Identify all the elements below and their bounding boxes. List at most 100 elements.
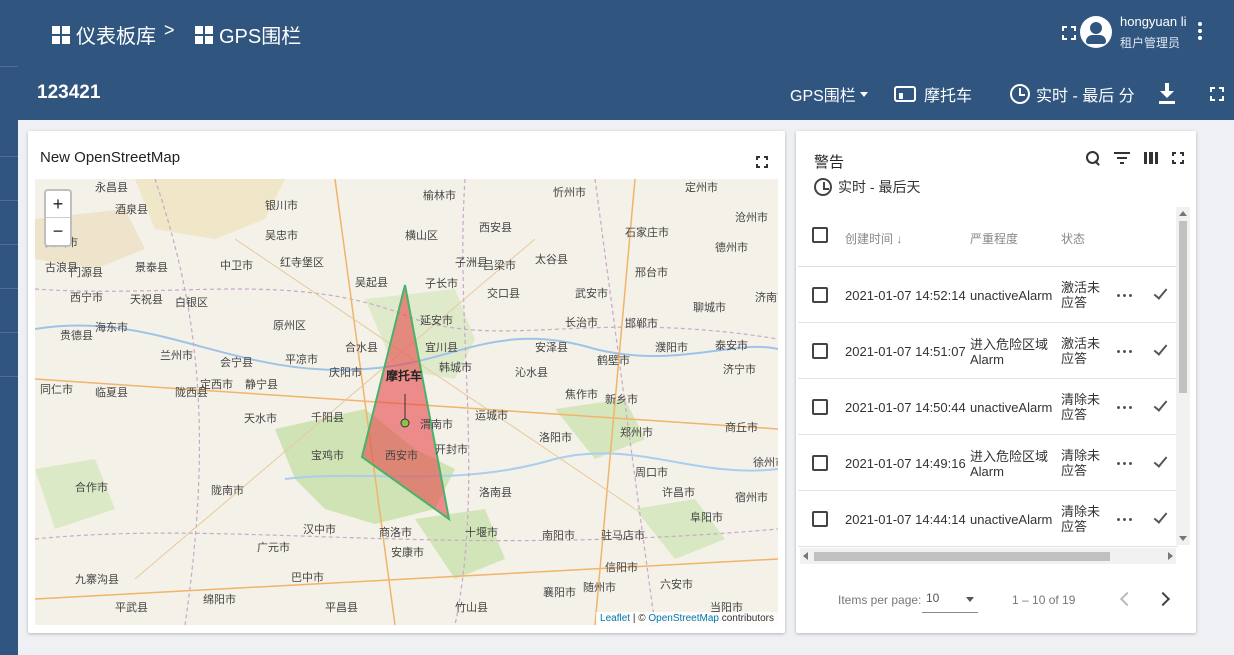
- table-row[interactable]: 2021-01-07 14:50:44 unactiveAlarm 清除未 应答: [798, 379, 1178, 435]
- widget-fullscreen-icon[interactable]: [756, 156, 768, 168]
- filter-icon[interactable]: [1114, 152, 1130, 164]
- cell-created-time: 2021-01-07 14:44:14: [845, 512, 966, 527]
- timewindow-button[interactable]: 实时 - 最后 分: [1010, 82, 1135, 106]
- alarm-type-line: 进入危险区域: [970, 449, 1049, 464]
- column-header-status[interactable]: 状态: [1061, 230, 1085, 247]
- more-menu-icon[interactable]: [1198, 22, 1202, 43]
- dashboard-fullscreen-icon[interactable]: [1210, 87, 1224, 101]
- breadcrumb-root[interactable]: 仪表板库: [52, 20, 156, 49]
- sidebar: [0, 0, 18, 655]
- alarm-type-line: unactiveAlarm: [970, 400, 1053, 415]
- map-place-label: 平凉市: [285, 354, 318, 366]
- column-header-created-time[interactable]: 创建时间 ↓: [845, 230, 902, 247]
- acknowledge-check-icon[interactable]: [1153, 285, 1168, 300]
- user-avatar-icon[interactable]: [1080, 16, 1112, 48]
- map-place-label: 吕梁市: [483, 260, 516, 272]
- map-place-label: 陇南市: [211, 485, 244, 497]
- map-place-label: 洛南县: [479, 487, 512, 499]
- scroll-left-icon[interactable]: [803, 552, 808, 560]
- table-row[interactable]: 2021-01-07 14:49:16 进入危险区域 Alarm 清除未 应答: [798, 435, 1178, 491]
- table-row[interactable]: 2021-01-07 14:52:14 unactiveAlarm 激活未 应答: [798, 267, 1178, 323]
- row-more-icon[interactable]: [1117, 350, 1132, 353]
- osm-link[interactable]: OpenStreetMap: [648, 613, 719, 624]
- map-place-label: 白银区: [175, 297, 208, 309]
- next-page-icon[interactable]: [1155, 591, 1171, 607]
- row-more-icon[interactable]: [1117, 406, 1132, 409]
- row-checkbox[interactable]: [812, 399, 828, 415]
- breadcrumb-current-label: GPS围栏: [219, 26, 302, 48]
- acknowledge-check-icon[interactable]: [1153, 453, 1168, 468]
- attribution-tail: contributors: [718, 613, 774, 624]
- download-icon[interactable]: [1158, 83, 1176, 105]
- map-place-label: 新乡市: [605, 394, 638, 406]
- leaflet-link[interactable]: Leaflet: [600, 613, 630, 624]
- map-place-label: 西安市: [385, 450, 418, 462]
- scroll-up-icon[interactable]: [1179, 211, 1187, 216]
- row-more-icon[interactable]: [1117, 462, 1132, 465]
- acknowledge-check-icon[interactable]: [1153, 341, 1168, 356]
- vertical-scrollbar[interactable]: [1176, 207, 1190, 545]
- scroll-right-icon[interactable]: [1168, 552, 1173, 560]
- row-checkbox[interactable]: [812, 455, 828, 471]
- acknowledge-check-icon[interactable]: [1153, 509, 1168, 524]
- columns-icon[interactable]: [1144, 152, 1158, 164]
- alarm-tools: [1086, 151, 1184, 165]
- row-checkbox[interactable]: [812, 343, 828, 359]
- map-place-label: 西宁市: [70, 292, 103, 304]
- row-checkbox[interactable]: [812, 287, 828, 303]
- row-more-icon[interactable]: [1117, 518, 1132, 521]
- status-line: 应答: [1061, 351, 1088, 366]
- scrollbar-thumb[interactable]: [814, 552, 1110, 561]
- scroll-down-icon[interactable]: [1179, 536, 1187, 541]
- map-canvas[interactable]: 永昌县酒泉县银川市榆林市忻州市定州市灵武市吴忠市横山区西安县石家庄市沧州市古浪县…: [35, 179, 778, 625]
- map-place-label: 宝鸡市: [311, 450, 344, 462]
- entity-alias-label: 摩托车: [924, 88, 973, 105]
- page-size-select[interactable]: 10: [922, 591, 978, 613]
- table-row[interactable]: 2021-01-07 14:51:07 进入危险区域 Alarm 激活未 应答: [798, 323, 1178, 379]
- map-place-label: 汉中市: [303, 524, 336, 536]
- alarm-widget: 警告 实时 - 最后天 创建时间 ↓ 严重程度 状态 2021-01-07 14…: [796, 131, 1196, 633]
- map-place-label: 定州市: [685, 182, 718, 194]
- zoom-in-button[interactable]: +: [46, 191, 70, 218]
- breadcrumb-root-label: 仪表板库: [76, 26, 156, 48]
- top-bar: 仪表板库 > GPS围栏 hongyuan li 租户管理员: [18, 0, 1234, 66]
- alarm-type-line: 进入危险区域: [970, 337, 1049, 352]
- map-place-label: 同仁市: [40, 384, 73, 396]
- map-place-label: 济南市: [755, 292, 778, 304]
- alarm-timewindow[interactable]: 实时 - 最后天: [814, 177, 920, 197]
- map-place-label: 洛阳市: [539, 432, 572, 444]
- horizontal-scrollbar[interactable]: [800, 548, 1176, 564]
- map-place-label: 太谷县: [535, 254, 568, 266]
- map-attribution: Leaflet | © OpenStreetMap contributors: [596, 612, 778, 625]
- table-row[interactable]: 2021-01-07 14:44:14 unactiveAlarm 清除未 应答: [798, 491, 1178, 547]
- alarm-widget-title: 警告: [814, 154, 845, 171]
- scrollbar-thumb[interactable]: [1179, 221, 1187, 393]
- entity-alias-select[interactable]: 摩托车: [894, 82, 972, 106]
- status-line: 激活未: [1061, 280, 1101, 295]
- state-select[interactable]: GPS围栏: [790, 82, 868, 106]
- map-place-label: 会宁县: [220, 357, 253, 369]
- dashboard-toolbar: 123421 GPS围栏 摩托车 实时 - 最后 分: [18, 66, 1234, 120]
- acknowledge-check-icon[interactable]: [1153, 397, 1168, 412]
- row-more-icon[interactable]: [1117, 294, 1132, 297]
- map-place-label: 沧州市: [735, 212, 768, 224]
- map-place-label: 中卫市: [220, 260, 253, 272]
- map-place-label: 子长市: [425, 278, 458, 290]
- alarm-type-line: Alarm: [970, 464, 1004, 479]
- search-icon[interactable]: [1086, 151, 1100, 165]
- column-header-severity[interactable]: 严重程度: [970, 230, 1018, 247]
- select-all-checkbox[interactable]: [812, 227, 828, 243]
- row-checkbox[interactable]: [812, 511, 828, 527]
- map-place-label: 红寺堡区: [280, 257, 324, 269]
- zoom-out-button[interactable]: −: [46, 218, 70, 245]
- previous-page-icon[interactable]: [1119, 591, 1135, 607]
- map-place-label: 运城市: [475, 410, 508, 422]
- map-place-label: 聊城市: [693, 302, 726, 314]
- zoom-control: + −: [44, 189, 72, 247]
- map-place-label: 郑州市: [620, 427, 653, 439]
- map-place-label: 酒泉县: [115, 204, 148, 216]
- cell-alarm-type: 进入危险区域 Alarm: [970, 337, 1048, 367]
- map-place-label: 庆阳市: [329, 367, 362, 379]
- widget-fullscreen-icon[interactable]: [1172, 152, 1184, 164]
- fullscreen-icon[interactable]: [1062, 26, 1076, 40]
